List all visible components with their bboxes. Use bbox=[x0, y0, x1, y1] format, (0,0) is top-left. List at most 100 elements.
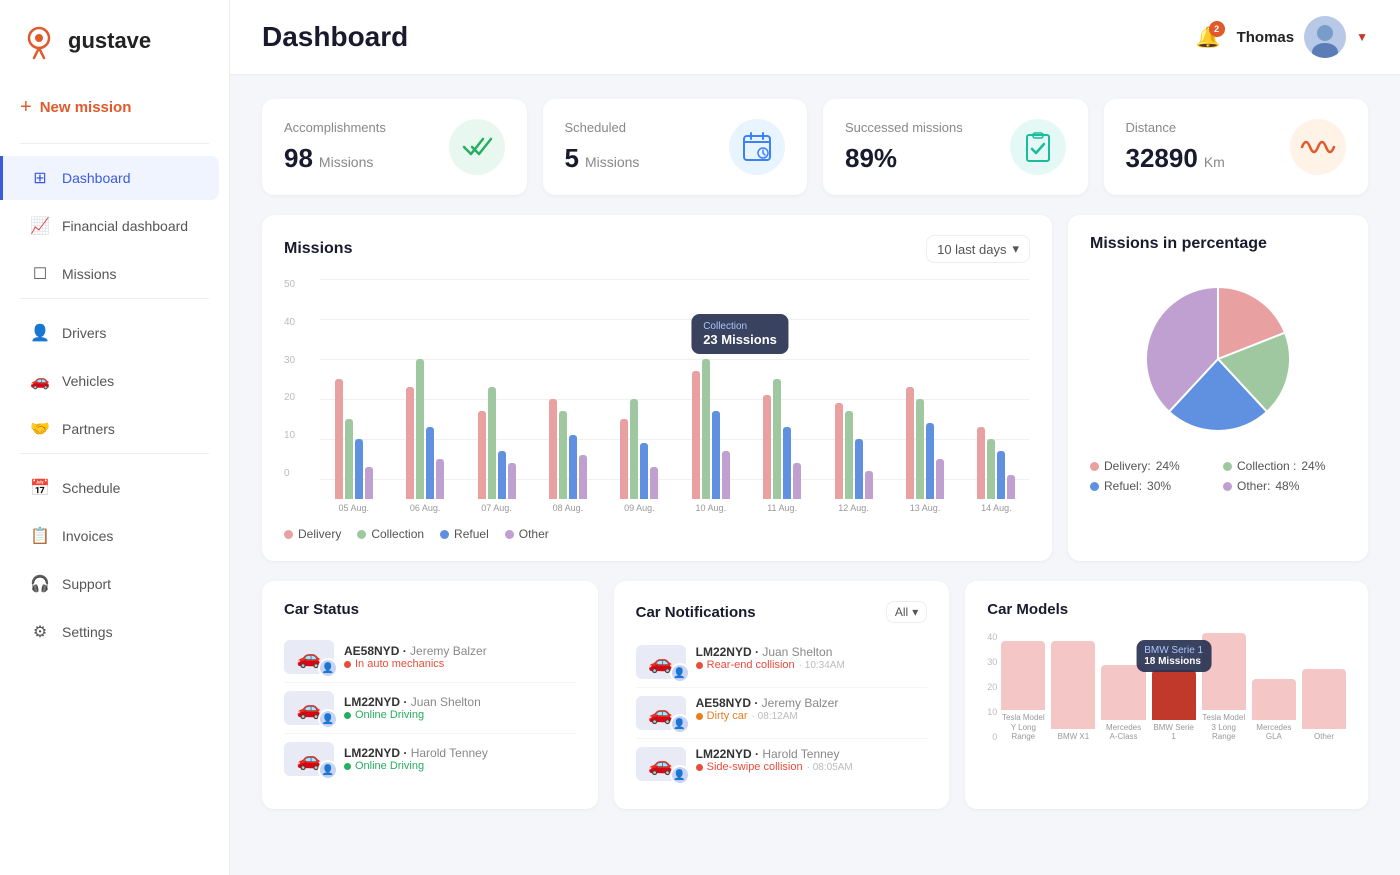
notif-desc: Rear-end collision · 10:34AM bbox=[696, 659, 845, 671]
chart-filter[interactable]: 10 last days ▾ bbox=[926, 235, 1030, 263]
legend-collection-label: Collection bbox=[371, 527, 424, 541]
bar bbox=[335, 379, 343, 499]
legend-delivery: Delivery bbox=[284, 527, 341, 541]
invoices-icon: 📋 bbox=[30, 526, 50, 546]
car-models-card: Car Models 403020100 Tesla Model Y Long R… bbox=[965, 581, 1368, 809]
notif-filter[interactable]: All ▾ bbox=[886, 601, 927, 623]
car-status-item: 🚗 👤 LM22NYD · Harold Tenney Online Drivi… bbox=[284, 734, 576, 784]
bar bbox=[977, 427, 985, 499]
car-models-header: Car Models bbox=[987, 601, 1346, 618]
bar bbox=[365, 467, 373, 499]
bottom-row: Car Status 🚗 👤 AE58NYD · Jeremy Balzer I… bbox=[262, 581, 1368, 809]
car-notif-list: 🚗 👤 LM22NYD · Juan Shelton Rear-end coll… bbox=[636, 637, 928, 789]
sidebar-item-drivers[interactable]: 👤 Drivers bbox=[10, 311, 219, 355]
sidebar-item-financial[interactable]: 📈 Financial dashboard bbox=[10, 204, 219, 248]
bar-x-label: 05 Aug. bbox=[320, 503, 387, 513]
sidebar-label-partners: Partners bbox=[62, 421, 115, 437]
bar bbox=[488, 387, 496, 499]
stat-left: Accomplishments 98 Missions bbox=[284, 120, 386, 174]
bar bbox=[345, 419, 353, 499]
bar bbox=[936, 459, 944, 499]
person-avatar: 👤 bbox=[318, 760, 338, 780]
notif-avatar: 🚗 👤 bbox=[636, 747, 686, 781]
models-bars-container: Tesla Model Y Long RangeBMW X1Mercedes A… bbox=[1001, 632, 1346, 742]
distance-value: 32890 Km bbox=[1126, 143, 1225, 174]
pie-legend-delivery: Delivery: 24% bbox=[1090, 459, 1213, 473]
model-bar-label: Tesla Model 3 Long Range bbox=[1202, 713, 1246, 742]
divider-3 bbox=[20, 453, 209, 454]
sidebar-item-dashboard[interactable]: ⊞ Dashboard bbox=[0, 156, 219, 200]
bar-x-label: 10 Aug. bbox=[677, 503, 744, 513]
model-bar bbox=[1152, 670, 1196, 720]
notif-dot bbox=[696, 662, 703, 669]
settings-icon: ⚙ bbox=[30, 622, 50, 642]
sidebar-item-partners[interactable]: 🤝 Partners bbox=[10, 407, 219, 451]
success-icon-wrap bbox=[1010, 119, 1066, 175]
model-tooltip-label: BMW Serie 1 bbox=[1144, 645, 1203, 656]
charts-row: Missions 10 last days ▾ 50 40 30 20 10 bbox=[262, 215, 1368, 561]
sidebar: gustave + New mission ⊞ Dashboard 📈 Fina… bbox=[0, 0, 230, 875]
bar-x-label: 11 Aug. bbox=[748, 503, 815, 513]
bar bbox=[355, 439, 363, 499]
stat-left: Scheduled 5 Missions bbox=[565, 120, 640, 174]
bar bbox=[906, 387, 914, 499]
pie-legend-other: Other: 48% bbox=[1223, 479, 1346, 493]
user-profile[interactable]: Thomas ▼ bbox=[1237, 16, 1368, 58]
notification-badge: 2 bbox=[1209, 21, 1225, 37]
logo: gustave bbox=[0, 0, 229, 82]
car-status-item: 🚗 👤 AE58NYD · Jeremy Balzer In auto mech… bbox=[284, 632, 576, 683]
bar bbox=[508, 463, 516, 499]
model-bar-wrap: BMW X1 bbox=[1051, 632, 1095, 742]
scheduled-label: Scheduled bbox=[565, 120, 640, 135]
notif-desc: Side-swipe collision · 08:05AM bbox=[696, 761, 853, 773]
notifications-button[interactable]: 🔔 2 bbox=[1196, 25, 1221, 50]
pie-other-dot bbox=[1223, 482, 1232, 491]
pie-legend: Delivery: 24% Collection : 24% Refuel: 3… bbox=[1090, 459, 1346, 493]
sidebar-item-settings[interactable]: ⚙ Settings bbox=[10, 610, 219, 654]
success-label: Successed missions bbox=[845, 120, 963, 135]
bar bbox=[722, 451, 730, 499]
notif-car-plate: LM22NYD · Juan Shelton bbox=[696, 645, 845, 659]
model-bar-label: Mercedes A-Class bbox=[1101, 723, 1145, 742]
refuel-dot bbox=[440, 530, 449, 539]
bar-group bbox=[963, 427, 1030, 499]
model-bar-wrap: Other bbox=[1302, 632, 1346, 742]
bar bbox=[569, 435, 577, 499]
notif-car-plate: LM22NYD · Harold Tenney bbox=[696, 747, 853, 761]
pie-collection-label: Collection : bbox=[1237, 459, 1296, 473]
bar-chart-bars: Collection23 Missions bbox=[284, 299, 1030, 499]
sidebar-item-missions[interactable]: ☐ Missions bbox=[10, 252, 219, 296]
avatar bbox=[1304, 16, 1346, 58]
models-y-axis: 403020100 bbox=[987, 632, 997, 742]
scheduled-icon-wrap bbox=[729, 119, 785, 175]
bar bbox=[1007, 475, 1015, 499]
notif-info: LM22NYD · Juan Shelton Rear-end collisio… bbox=[696, 645, 845, 671]
pie-legend-collection: Collection : 24% bbox=[1223, 459, 1346, 473]
bar-group bbox=[748, 379, 815, 499]
notif-time: · 10:34AM bbox=[799, 660, 845, 671]
stat-left: Successed missions 89% bbox=[845, 120, 963, 174]
partners-icon: 🤝 bbox=[30, 419, 50, 439]
bar bbox=[426, 427, 434, 499]
new-mission-button[interactable]: + New mission bbox=[0, 82, 229, 133]
pie-refuel-label: Refuel: bbox=[1104, 479, 1142, 493]
pie-refuel-dot bbox=[1090, 482, 1099, 491]
stat-accomplishments: Accomplishments 98 Missions bbox=[262, 99, 527, 195]
car-avatar: 🚗 👤 bbox=[284, 742, 334, 776]
chevron-icon: ▾ bbox=[1012, 241, 1019, 257]
sidebar-item-invoices[interactable]: 📋 Invoices bbox=[10, 514, 219, 558]
bar bbox=[620, 419, 628, 499]
sidebar-item-vehicles[interactable]: 🚗 Vehicles bbox=[10, 359, 219, 403]
notif-desc: Dirty car · 08:12AM bbox=[696, 710, 839, 722]
bar-x-label: 07 Aug. bbox=[463, 503, 530, 513]
bar-chart-x-labels: 05 Aug.06 Aug.07 Aug.08 Aug.09 Aug.10 Au… bbox=[284, 503, 1030, 513]
legend-other: Other bbox=[505, 527, 549, 541]
pie-chart: Missions in percentage Delivery: 24% Col… bbox=[1068, 215, 1368, 561]
sidebar-item-support[interactable]: 🎧 Support bbox=[10, 562, 219, 606]
financial-icon: 📈 bbox=[30, 216, 50, 236]
notif-person-avatar: 👤 bbox=[670, 714, 690, 734]
bar-tooltip: Collection23 Missions bbox=[691, 314, 789, 354]
sidebar-item-schedule[interactable]: 📅 Schedule bbox=[10, 466, 219, 510]
bar-chart: 50 40 30 20 10 0 bbox=[284, 279, 1030, 513]
model-bar-wrap: BMW Serie 118 MissionsBMW Serie 1 bbox=[1152, 632, 1196, 742]
